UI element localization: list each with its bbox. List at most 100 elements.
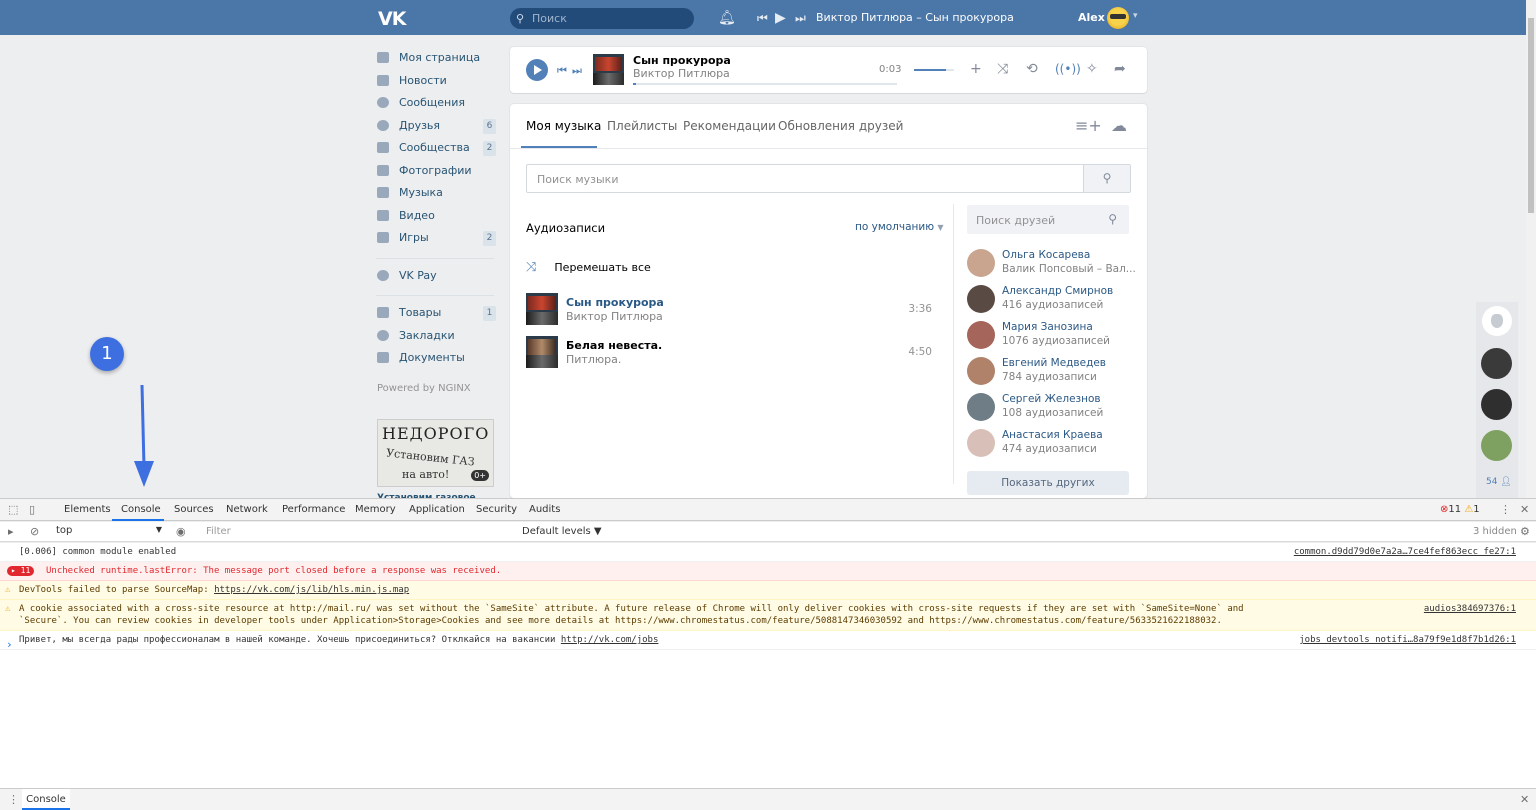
magic-wand-icon[interactable]: ✧ (1086, 61, 1098, 77)
share-icon[interactable]: ➦ (1114, 61, 1126, 77)
friend-item[interactable]: Ольга Косарева Валик Попсовый – Вал... (967, 248, 1136, 278)
volume-slider[interactable] (914, 69, 954, 71)
friend-name[interactable]: Сергей Железнов (1002, 393, 1101, 405)
add-playlist-icon[interactable]: ≡+ (1075, 116, 1102, 135)
friend-item[interactable]: Александр Смирнов 416 аудиозаписей (967, 284, 1132, 314)
play-icon[interactable]: ▶ (775, 10, 786, 26)
broadcast-icon[interactable]: ((•)) (1055, 62, 1081, 76)
tab-my-music[interactable]: Моя музыка (526, 119, 601, 133)
track-title[interactable]: Белая невеста. (566, 339, 662, 352)
bell-icon[interactable]: 🔔︎ (718, 10, 736, 26)
devtools-tab-audits[interactable]: Audits (529, 504, 560, 515)
chat-avatar[interactable] (1481, 389, 1512, 420)
devtools-tab-memory[interactable]: Memory (355, 504, 396, 515)
devtools-tab-performance[interactable]: Performance (282, 504, 345, 515)
menu-item-news[interactable]: Новости (376, 71, 498, 94)
error-warning-counter[interactable]: ⊗11 ⚠1 (1440, 504, 1480, 515)
devtools-tab-elements[interactable]: Elements (64, 504, 111, 515)
shuffle-icon[interactable]: ⤨ (997, 61, 1008, 77)
friend-item[interactable]: Анастасия Краева 474 аудиозаписи (967, 428, 1132, 458)
track-artist[interactable]: Виктор Питлюра (566, 310, 663, 323)
devtools-tab-application[interactable]: Application (409, 504, 465, 515)
close-icon[interactable]: ✕ (1520, 503, 1529, 516)
gear-icon[interactable]: ⚙ (1520, 525, 1530, 538)
menu-item-goods[interactable]: Товары 1 (376, 303, 498, 326)
header-avatar[interactable] (1107, 7, 1129, 29)
friend-item[interactable]: Мария Занозина 1076 аудиозаписей (967, 320, 1132, 350)
menu-item-messages[interactable]: Сообщения (376, 93, 498, 116)
header-now-playing[interactable]: Виктор Питлюра – Сын прокурора (816, 11, 1014, 24)
devtools-tab-security[interactable]: Security (476, 504, 517, 515)
tab-playlists[interactable]: Плейлисты (607, 119, 677, 133)
friend-name[interactable]: Анастасия Краева (1002, 429, 1103, 441)
music-search-input[interactable]: Поиск музыки ⚲ (526, 164, 1131, 193)
friend-name[interactable]: Александр Смирнов (1002, 285, 1113, 297)
devtools-tab-network[interactable]: Network (226, 504, 268, 515)
repeat-icon[interactable]: ⟲ (1026, 61, 1038, 77)
menu-item-music[interactable]: Музыка (376, 183, 498, 206)
menu-item-communities[interactable]: Сообщества 2 (376, 138, 498, 161)
player-track-artist[interactable]: Виктор Питлюра (633, 67, 730, 80)
friend-name[interactable]: Евгений Медведев (1002, 357, 1106, 369)
track-artist[interactable]: Питлюра. (566, 353, 621, 366)
log-levels-dropdown[interactable]: Default levels ▼ (522, 526, 602, 537)
chat-avatar[interactable] (1481, 430, 1512, 461)
sidebar-toggle-icon[interactable]: ▸ (8, 525, 14, 538)
track-row[interactable]: Сын прокурора Виктор Питлюра 3:36 (526, 293, 936, 325)
header-search-input[interactable]: ⚲ Поиск (510, 8, 694, 29)
friend-item[interactable]: Евгений Медведев 784 аудиозаписи (967, 356, 1132, 386)
console-output[interactable]: [0.006] common module enabled common.d9d… (0, 543, 1536, 788)
drawer-tab-console[interactable]: Console (22, 789, 70, 810)
next-track-icon[interactable]: ⏭︎ (572, 64, 582, 78)
track-row[interactable]: Белая невеста. Питлюра. 4:50 (526, 336, 936, 368)
message-link[interactable]: http://vk.com/jobs (561, 635, 659, 645)
chat-avatar[interactable] (1481, 348, 1512, 379)
play-button[interactable] (526, 59, 548, 81)
scrollbar-thumb[interactable] (1528, 18, 1534, 213)
prev-track-icon[interactable]: ⏮︎ (557, 64, 567, 78)
header-user-name[interactable]: Alex (1078, 11, 1105, 24)
sort-dropdown[interactable]: по умолчанию ▼ (855, 221, 944, 233)
chat-bot-avatar[interactable] (1482, 306, 1512, 336)
menu-item-bookmarks[interactable]: Закладки (376, 326, 498, 349)
close-icon[interactable]: ✕ (1520, 793, 1529, 806)
device-toolbar-icon[interactable]: ▯ (29, 503, 35, 516)
add-icon[interactable]: + (970, 61, 982, 77)
message-source-link[interactable]: audios384697376:1 (1424, 603, 1516, 615)
menu-item-friends[interactable]: Друзья 6 (376, 116, 498, 139)
console-filter-input[interactable]: Filter (200, 524, 516, 540)
chevron-down-icon[interactable]: ▾ (1133, 11, 1138, 21)
message-source-link[interactable]: common.d9dd79d0e7a2a…7ce4fef863ecc fe27:… (1294, 546, 1516, 558)
context-select[interactable]: top ▼ (56, 525, 166, 539)
menu-item-my-page[interactable]: Моя страница (376, 48, 498, 71)
track-title[interactable]: Сын прокурора (566, 296, 664, 309)
next-track-icon[interactable]: ⏭︎ (795, 11, 806, 26)
player-progress-bar[interactable] (633, 83, 897, 85)
console-prompt-icon[interactable]: › (6, 638, 13, 651)
menu-item-photos[interactable]: Фотографии (376, 161, 498, 184)
show-more-friends-button[interactable]: Показать других (967, 471, 1129, 495)
friend-item[interactable]: Сергей Железнов 108 аудиозаписей (967, 392, 1132, 422)
menu-item-video[interactable]: Видео (376, 206, 498, 229)
chat-online-count[interactable]: 54 👤︎ (1486, 477, 1512, 487)
message-source-link[interactable]: jobs_devtools_notifi…8a79f9e1d8f7b1d26:1 (1299, 634, 1516, 646)
search-icon[interactable]: ⚲ (1083, 165, 1130, 192)
prev-track-icon[interactable]: ⏮︎ (757, 11, 768, 26)
eye-icon[interactable]: ◉ (176, 525, 186, 538)
more-options-icon[interactable]: ⋮ (1500, 503, 1511, 516)
menu-item-vkpay[interactable]: VK Pay (376, 266, 498, 289)
ad-caption[interactable]: Установим газовое (377, 490, 494, 498)
menu-item-games[interactable]: Игры 2 (376, 228, 498, 251)
message-link[interactable]: https://vk.com/js/lib/hls.min.js.map (214, 585, 409, 595)
friends-search-input[interactable]: Поиск друзей ⚲ (967, 205, 1129, 234)
upload-cloud-icon[interactable]: ☁︎ (1111, 116, 1127, 135)
clear-console-icon[interactable]: ⊘ (30, 525, 39, 538)
tab-recommendations[interactable]: Рекомендации (683, 119, 776, 133)
ad-banner[interactable]: НЕДОРОГО Установим ГАЗ на авто! 0+ (377, 419, 494, 487)
drawer-menu-icon[interactable]: ⋮ (8, 793, 19, 806)
shuffle-all-button[interactable]: ⤨ Перемешать все (526, 260, 651, 275)
devtools-tab-console[interactable]: Console (121, 504, 161, 515)
tab-friends-updates[interactable]: Обновления друзей (778, 119, 903, 133)
page-scrollbar[interactable] (1526, 0, 1536, 498)
menu-item-documents[interactable]: Документы (376, 348, 498, 371)
